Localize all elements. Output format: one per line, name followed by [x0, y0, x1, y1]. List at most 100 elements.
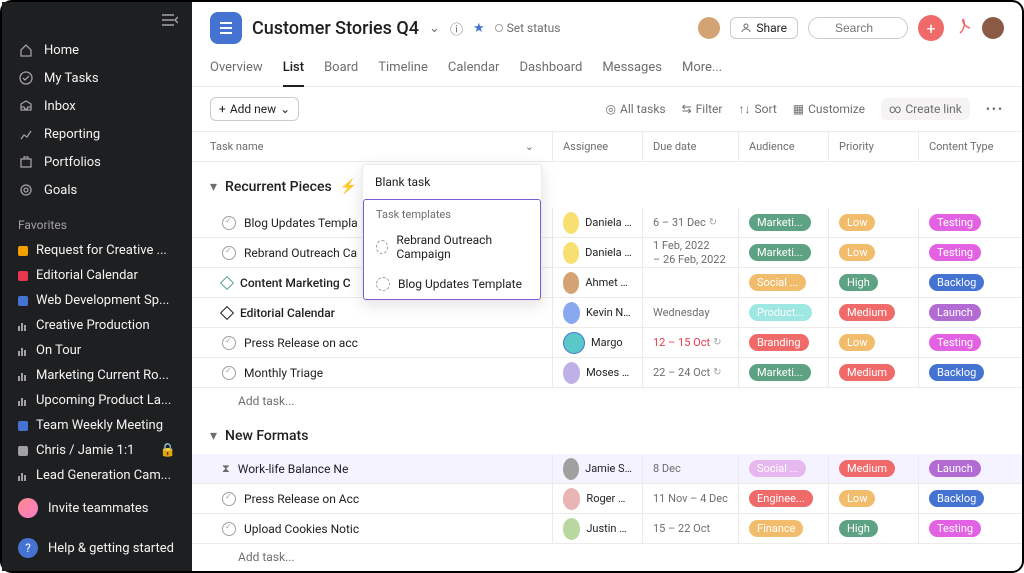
content-type-pill[interactable]: Launch [929, 304, 981, 321]
complete-check-icon[interactable] [222, 246, 236, 260]
priority-pill[interactable]: Medium [839, 304, 895, 321]
milestone-icon[interactable] [220, 306, 234, 320]
content-type-pill[interactable]: Launch [929, 460, 981, 477]
tab-timeline[interactable]: Timeline [378, 54, 428, 86]
section-name[interactable]: Recurrent Pieces [225, 179, 332, 195]
task-row[interactable]: Content Marketing C Ahmet Aslan Social .… [192, 268, 1022, 298]
audience-pill[interactable]: Social ... [749, 274, 806, 291]
favorite-item[interactable]: Team Weekly Meeting [2, 413, 192, 438]
task-row[interactable]: Press Release on acc Margo 12 – 15 Oct↻ … [192, 328, 1022, 358]
section-toggle-icon[interactable]: ▾ [210, 428, 217, 444]
priority-pill[interactable]: Low [839, 490, 875, 507]
complete-check-icon[interactable] [222, 522, 236, 536]
complete-check-icon[interactable] [222, 492, 236, 506]
due-date-cell[interactable] [642, 268, 738, 297]
priority-pill[interactable]: Medium [839, 460, 895, 477]
sidebar-collapse-icon[interactable] [2, 10, 192, 36]
favorite-item[interactable]: On Tour [2, 338, 192, 363]
set-status-button[interactable]: Set status [495, 21, 561, 35]
chevron-down-icon[interactable]: ⌄ [525, 140, 534, 153]
assignee-avatar[interactable] [563, 332, 585, 354]
create-link-button[interactable]: ∞Create link [881, 98, 970, 120]
sidebar-item-reporting[interactable]: Reporting [2, 120, 192, 148]
audience-pill[interactable]: Branding [749, 334, 809, 351]
filter-button[interactable]: ⇆Filter [682, 102, 723, 116]
col-audience[interactable]: Audience [738, 132, 828, 161]
star-icon[interactable]: ★ [473, 21, 485, 36]
add-task-button[interactable]: Add task... [192, 544, 1022, 570]
favorite-item[interactable]: Marketing Current Ro... [2, 363, 192, 388]
due-date-cell[interactable]: 1 Feb, 2022– 26 Feb, 2022 [642, 238, 738, 267]
content-type-pill[interactable]: Testing [929, 334, 981, 351]
due-date-cell[interactable]: 6 – 31 Dec↻ [642, 208, 738, 237]
assignee-avatar[interactable] [563, 458, 579, 480]
tab-list[interactable]: List [283, 54, 304, 87]
audience-pill[interactable]: Product... [749, 304, 812, 321]
favorite-item[interactable]: Creative Production [2, 313, 192, 338]
complete-check-icon[interactable] [222, 336, 236, 350]
sidebar-item-inbox[interactable]: Inbox [2, 92, 192, 120]
complete-check-icon[interactable] [222, 216, 236, 230]
due-date-cell[interactable]: 15 – 22 Oct [642, 514, 738, 543]
tab-messages[interactable]: Messages [602, 54, 662, 86]
priority-pill[interactable]: High [839, 520, 878, 537]
milestone-icon[interactable] [220, 276, 234, 290]
info-icon[interactable]: ⓘ [450, 19, 463, 38]
col-assignee[interactable]: Assignee [552, 132, 642, 161]
audience-pill[interactable]: Social ... [749, 460, 806, 477]
sidebar-item-portfolios[interactable]: Portfolios [2, 148, 192, 176]
priority-pill[interactable]: Medium [839, 364, 895, 381]
help-getting-started[interactable]: ? Help & getting started [2, 528, 192, 568]
due-date-cell[interactable]: 8 Dec [642, 454, 738, 483]
content-type-pill[interactable]: Testing [929, 214, 981, 231]
template-option[interactable]: Blog Updates Template [364, 269, 540, 299]
assignee-avatar[interactable] [563, 212, 579, 234]
priority-pill[interactable]: Low [839, 334, 875, 351]
due-date-cell[interactable]: 12 – 15 Oct↻ [642, 328, 738, 357]
assignee-avatar[interactable] [563, 518, 580, 540]
priority-pill[interactable]: Low [839, 244, 875, 261]
assignee-avatar[interactable] [563, 362, 580, 384]
due-date-cell[interactable]: 11 Nov – 4 Dec [642, 484, 738, 513]
member-avatar[interactable] [698, 17, 720, 39]
add-new-button[interactable]: + Add new ⌄ [210, 97, 299, 121]
favorite-item[interactable]: Upcoming Product La... [2, 388, 192, 413]
col-priority[interactable]: Priority [828, 132, 918, 161]
content-type-pill[interactable]: Testing [929, 244, 981, 261]
favorite-item[interactable]: Web Development Sp... [2, 288, 192, 313]
priority-pill[interactable]: High [839, 274, 878, 291]
global-add-button[interactable]: + [918, 15, 944, 41]
task-row[interactable]: ⧗Work-life Balance Ne Jamie Stap... 8 De… [192, 454, 1022, 484]
favorite-item[interactable]: Lead Generation Cam... [2, 463, 192, 488]
section-toggle-icon[interactable]: ▾ [210, 179, 217, 195]
search-input[interactable] [808, 17, 908, 39]
automation-bolt-icon[interactable]: ⚡ [340, 179, 357, 195]
col-content-type[interactable]: Content Type [918, 132, 1022, 161]
task-row[interactable]: Upload Cookies Notic Justin Dean 15 – 22… [192, 514, 1022, 544]
content-type-pill[interactable]: Backlog [929, 274, 984, 291]
assignee-avatar[interactable] [563, 302, 580, 324]
complete-check-icon[interactable] [222, 366, 236, 380]
task-row[interactable]: Rebrand Outreach Ca Daniela Var... 1 Feb… [192, 238, 1022, 268]
col-due-date[interactable]: Due date [642, 132, 738, 161]
user-avatar[interactable] [982, 17, 1004, 39]
sidebar-item-goals[interactable]: Goals [2, 176, 192, 204]
due-date-cell[interactable]: Wednesday [642, 298, 738, 327]
task-row[interactable]: Editorial Calendar Kevin New... Wednesda… [192, 298, 1022, 328]
content-type-pill[interactable]: Backlog [929, 490, 984, 507]
sort-button[interactable]: ↑↓Sort [738, 102, 776, 116]
tab-dashboard[interactable]: Dashboard [519, 54, 582, 86]
audience-pill[interactable]: Enginee... [749, 490, 813, 507]
col-task-name[interactable]: Task name⌄ [192, 132, 552, 161]
all-tasks-filter[interactable]: ◎All tasks [606, 102, 666, 116]
template-option[interactable]: Rebrand Outreach Campaign [364, 225, 540, 269]
tab-more[interactable]: More... [682, 54, 722, 86]
content-type-pill[interactable]: Testing [929, 520, 981, 537]
favorite-item[interactable]: Chris / Jamie 1:1🔒 [2, 438, 192, 463]
customize-button[interactable]: ▦Customize [793, 102, 865, 116]
audience-pill[interactable]: Finance [749, 520, 803, 537]
task-row[interactable]: Press Release on Acc Roger Ray... 11 Nov… [192, 484, 1022, 514]
project-icon[interactable] [210, 12, 242, 44]
task-row[interactable]: Monthly Triage Moses Fidel 22 – 24 Oct↻ … [192, 358, 1022, 388]
favorite-item[interactable]: Request for Creative ... [2, 238, 192, 263]
